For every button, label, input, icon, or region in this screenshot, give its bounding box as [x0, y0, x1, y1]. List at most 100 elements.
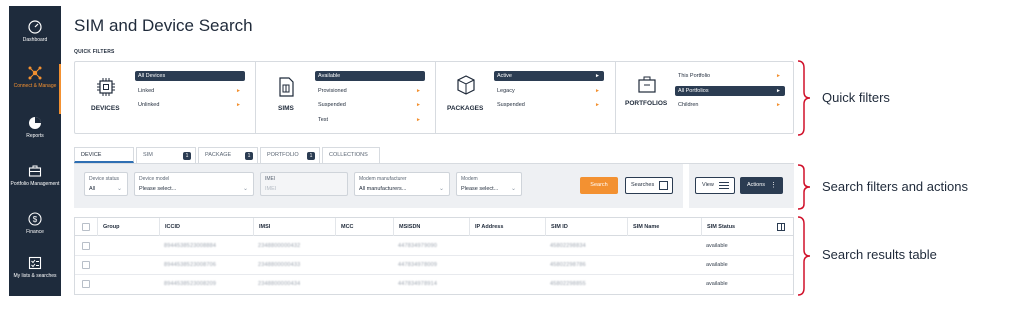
cell-imsi: 2348800000433 [258, 262, 301, 268]
tab-portfolio[interactable]: PORTFOLIO 1 [260, 147, 320, 163]
quick-filters-brace [797, 60, 811, 136]
dollar-icon: $ [28, 212, 42, 226]
column-header-sim-name[interactable]: SIM Name [627, 218, 701, 236]
arrow-right-icon: ► [776, 88, 781, 94]
sidebar-item-label: Dashboard [22, 37, 48, 43]
actions-button[interactable]: Actions ⋮ [740, 177, 783, 194]
svg-text:$: $ [33, 215, 38, 224]
list-view-icon [719, 182, 729, 189]
search-filters-bar: Device status All ⌄ Device model Please … [74, 164, 794, 208]
arrow-right-icon: ► [416, 117, 421, 123]
quick-filters-label: QUICK FILTERS [74, 49, 115, 55]
divider [615, 62, 616, 133]
column-settings-icon[interactable] [777, 223, 785, 231]
sidebar-item-label: Reports [26, 133, 44, 139]
count-badge: 1 [307, 152, 315, 160]
cell-sim-id: 45802298834 [550, 243, 586, 249]
quick-filter-option[interactable]: This Portfolio ► [675, 71, 785, 81]
quick-filter-option[interactable]: Provisioned ► [315, 86, 425, 96]
table-header: Group ICCID IMSI MCC MSISDN IP Address S… [75, 218, 793, 236]
table-row[interactable]: 8944538523008706 2348800000433 447834978… [75, 256, 793, 275]
sidebar-item-label: Portfolio Management [10, 181, 60, 187]
column-header-ip-address[interactable]: IP Address [469, 218, 545, 236]
network-icon [28, 66, 42, 80]
sidebar-item-connect-manage[interactable]: Connect & Manage [9, 66, 61, 89]
annotation-quick-filters: Quick filters [822, 90, 890, 105]
cell-sim-status: available [706, 262, 728, 268]
table-row[interactable]: 8944538523008884 2348800000432 447834979… [75, 237, 793, 256]
column-header-iccid[interactable]: ICCID [159, 218, 253, 236]
tab-device[interactable]: DEVICE [74, 147, 134, 163]
annotation-search-filters: Search filters and actions [822, 179, 968, 194]
cell-sim-id: 45802298855 [550, 281, 586, 287]
cell-msisdn: 447834978914 [398, 281, 438, 287]
search-results-table: Group ICCID IMSI MCC MSISDN IP Address S… [74, 217, 794, 295]
quick-filter-option[interactable]: Linked ► [135, 86, 245, 96]
quick-filter-option[interactable]: Legacy ► [494, 86, 604, 96]
quick-filter-option[interactable]: Test ► [315, 115, 425, 125]
row-checkbox[interactable] [82, 280, 90, 288]
search-button[interactable]: Search [580, 177, 618, 194]
column-header-group[interactable]: Group [97, 218, 159, 236]
cell-imsi: 2348800000434 [258, 281, 301, 287]
sidebar-item-finance[interactable]: $ Finance [9, 212, 61, 235]
quick-filter-option[interactable]: Suspended ► [315, 100, 425, 110]
quick-filter-option[interactable]: Children ► [675, 100, 785, 110]
sidebar-item-my-lists[interactable]: My lists & searches [9, 256, 61, 279]
column-header-msisdn[interactable]: MSISDN [393, 218, 469, 236]
divider [683, 164, 689, 208]
count-badge: 1 [245, 152, 253, 160]
column-header-sim-id[interactable]: SIM ID [545, 218, 627, 236]
quick-filter-option[interactable]: Suspended ► [494, 100, 604, 110]
sidebar-item-portfolio-management[interactable]: Portfolio Management [9, 164, 61, 187]
tab-package[interactable]: PACKAGE 1 [198, 147, 258, 163]
view-button[interactable]: View [695, 177, 735, 194]
device-model-select[interactable]: Device model Please select... ⌄ [134, 172, 254, 196]
sidebar-item-reports[interactable]: Reports [9, 116, 61, 139]
quick-filters-panel: DEVICES All Devices Linked ► Unlinked ► SI… [74, 61, 794, 134]
quick-filter-option[interactable]: Available [315, 71, 425, 81]
chevron-down-icon: ⌄ [242, 186, 248, 192]
cell-iccid: 8944538523008706 [164, 262, 217, 268]
cell-msisdn: 447834979090 [398, 243, 438, 249]
modem-select[interactable]: Modem Please select... ⌄ [456, 172, 522, 196]
quick-filter-option[interactable]: Unlinked ► [135, 100, 245, 110]
column-header-imsi[interactable]: IMSI [253, 218, 335, 236]
column-header-sim-status[interactable]: SIM Status [701, 218, 771, 236]
annotation-results-table: Search results table [822, 247, 937, 262]
tab-sim[interactable]: SIM 1 [136, 147, 196, 163]
package-icon [457, 75, 475, 95]
arrow-right-icon: ► [236, 88, 241, 94]
saved-search-icon [659, 181, 668, 190]
dashboard-icon [28, 20, 42, 34]
quick-filter-option[interactable]: All Devices [135, 71, 245, 81]
cell-iccid: 8944538523008209 [164, 281, 217, 287]
row-checkbox[interactable] [82, 261, 90, 269]
table-row[interactable]: 8944538523008209 2348800000434 447834978… [75, 275, 793, 294]
quick-filter-option[interactable]: Active ► [494, 71, 604, 81]
cell-sim-id: 45802298786 [550, 262, 586, 268]
arrow-right-icon: ► [416, 102, 421, 108]
arrow-right-icon: ► [595, 88, 600, 94]
screenshot-root: Dashboard Connect & Manage Reports Portf… [0, 0, 1024, 316]
pie-chart-icon [29, 117, 41, 129]
checklist-icon [28, 256, 42, 270]
chip-icon [97, 78, 115, 96]
row-checkbox[interactable] [82, 242, 90, 250]
chevron-down-icon: ⌄ [510, 186, 516, 192]
saved-searches-button[interactable]: Searches [625, 177, 673, 194]
select-all-checkbox[interactable] [82, 223, 90, 231]
column-header-mcc[interactable]: MCC [335, 218, 393, 236]
quick-filter-title-sims: SIMS [278, 105, 294, 112]
cell-imsi: 2348800000432 [258, 243, 301, 249]
tab-collections[interactable]: COLLECTIONS [322, 147, 380, 163]
sidebar-item-label: My lists & searches [13, 273, 57, 279]
sidebar-item-dashboard[interactable]: Dashboard [9, 20, 61, 43]
sim-card-icon [279, 77, 294, 97]
device-status-select[interactable]: Device status All ⌄ [84, 172, 128, 196]
search-filters-brace [797, 164, 811, 210]
count-badge: 1 [183, 152, 191, 160]
imei-input[interactable]: IMEI IMEI [260, 172, 348, 196]
modem-manufacturer-select[interactable]: Modem manufacturer All manufacturers... … [354, 172, 450, 196]
quick-filter-option[interactable]: All Portfolios ► [675, 86, 785, 96]
